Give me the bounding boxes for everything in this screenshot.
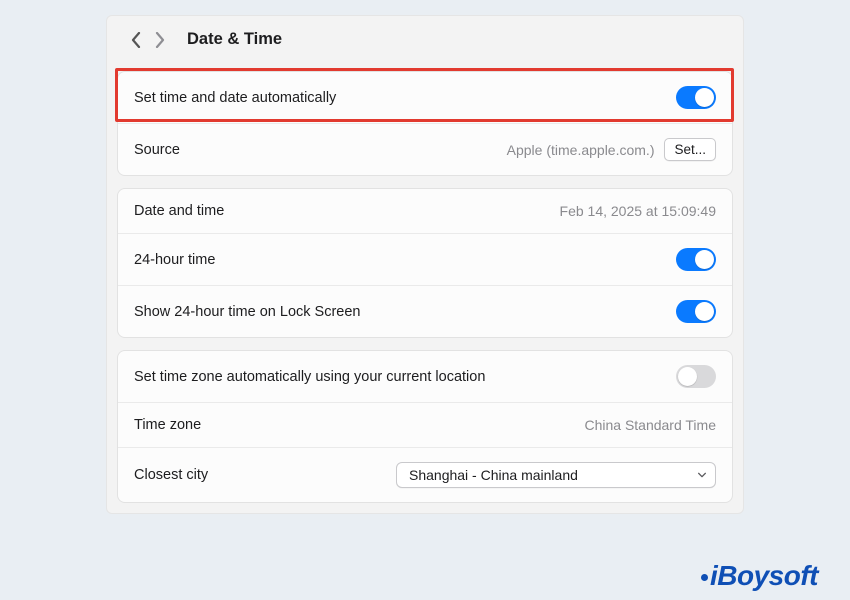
- chevron-down-icon: [697, 470, 707, 480]
- hour24-toggle[interactable]: [676, 248, 716, 271]
- lock24-label: Show 24-hour time on Lock Screen: [134, 304, 361, 320]
- time-zone-value: China Standard Time: [584, 417, 716, 433]
- row-auto-zone: Set time zone automatically using your c…: [118, 351, 732, 402]
- forward-arrow-icon[interactable]: [155, 32, 165, 48]
- back-arrow-icon[interactable]: [131, 32, 141, 48]
- row-date-time: Date and time Feb 14, 2025 at 15:09:49: [118, 189, 732, 233]
- closest-city-label: Closest city: [134, 467, 208, 483]
- source-set-button[interactable]: Set...: [664, 138, 716, 161]
- settings-panel: Date & Time Set time and date automatica…: [106, 15, 744, 514]
- auto-set-toggle[interactable]: [676, 86, 716, 109]
- watermark-text: iBoysoft: [710, 560, 818, 592]
- auto-zone-toggle[interactable]: [676, 365, 716, 388]
- panel-header: Date & Time: [107, 16, 743, 59]
- section-time-zone: Set time zone automatically using your c…: [117, 350, 733, 503]
- time-zone-label: Time zone: [134, 417, 201, 433]
- date-time-value: Feb 14, 2025 at 15:09:49: [560, 203, 716, 219]
- section-time-format: Date and time Feb 14, 2025 at 15:09:49 2…: [117, 188, 733, 338]
- source-label: Source: [134, 142, 180, 158]
- row-24hour: 24-hour time: [118, 233, 732, 285]
- hour24-label: 24-hour time: [134, 252, 215, 268]
- section-auto-date: Set time and date automatically Source A…: [117, 71, 733, 176]
- lock24-toggle[interactable]: [676, 300, 716, 323]
- row-source: Source Apple (time.apple.com.) Set...: [118, 123, 732, 175]
- auto-set-label: Set time and date automatically: [134, 90, 336, 106]
- row-time-zone: Time zone China Standard Time: [118, 402, 732, 447]
- row-closest-city: Closest city Shanghai - China mainland: [118, 447, 732, 502]
- row-auto-set: Set time and date automatically: [118, 72, 732, 123]
- source-value: Apple (time.apple.com.): [507, 142, 655, 158]
- page-title: Date & Time: [187, 30, 282, 49]
- closest-city-select[interactable]: Shanghai - China mainland: [396, 462, 716, 488]
- row-24hour-lock: Show 24-hour time on Lock Screen: [118, 285, 732, 337]
- watermark-dot-icon: [701, 574, 708, 581]
- watermark-logo: iBoysoft: [701, 560, 818, 592]
- auto-zone-label: Set time zone automatically using your c…: [134, 369, 485, 385]
- date-time-label: Date and time: [134, 203, 224, 219]
- closest-city-value: Shanghai - China mainland: [409, 467, 578, 483]
